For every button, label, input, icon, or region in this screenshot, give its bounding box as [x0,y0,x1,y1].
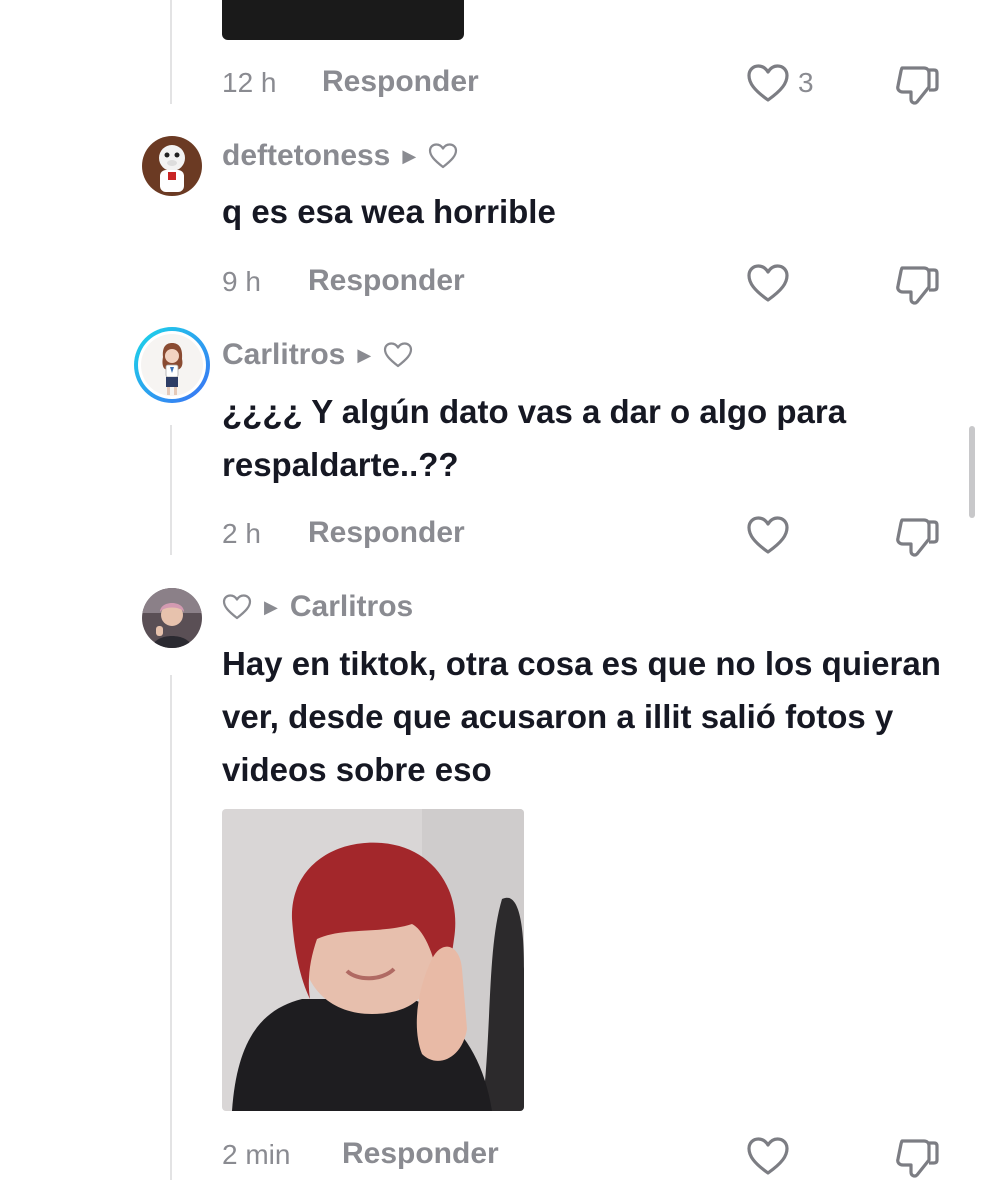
reply-header: ▶ Carlitros [222,590,413,624]
username-label[interactable]: deftetoness [222,139,390,173]
heart-outline-icon [384,342,413,368]
comment-timestamp: 12 h [222,67,277,98]
reply-to-username[interactable]: Carlitros [290,590,413,624]
play-triangle-icon: ▶ [402,145,417,166]
avatar-carlitros[interactable] [132,325,212,405]
heart-outline-icon [429,143,458,169]
play-triangle-icon: ▶ [264,596,278,617]
comment-timestamp: 2 min [222,1139,291,1170]
play-triangle-icon: ▶ [357,344,372,365]
comment-attached-image[interactable] [222,809,524,1111]
comment-timestamp: 9 h [222,266,261,297]
thumbs-down-icon[interactable] [894,62,940,106]
heart-outline-icon[interactable] [222,593,252,621]
heart-outline-icon[interactable] [746,1136,790,1176]
comment-text: q es esa wea horrible [222,193,556,230]
heart-outline-icon[interactable] [746,515,790,555]
heart-outline-icon[interactable] [746,63,790,103]
comment-username[interactable]: Carlitros ▶ [222,338,413,372]
reply-button[interactable]: Responder [322,65,479,99]
comment-text: ¿¿¿¿ Y algún dato vas a dar o algo para … [222,393,847,483]
comment-text: Hay en tiktok, otra cosa es que no los q… [222,645,941,788]
reply-button[interactable]: Responder [308,516,465,550]
thread-line-top [170,0,172,104]
thumbs-down-icon[interactable] [894,514,940,558]
avatar-reply-user[interactable] [142,588,202,648]
reply-button[interactable]: Responder [308,264,465,298]
comment-username[interactable]: deftetoness ▶ [222,139,458,173]
thread-line-bottom [170,675,172,1180]
thumbs-down-icon[interactable] [894,262,940,306]
username-label[interactable]: Carlitros [222,338,345,372]
avatar-deftetoness[interactable] [142,136,202,196]
scrollbar[interactable] [969,426,975,518]
heart-outline-icon[interactable] [746,263,790,303]
like-count: 3 [798,67,814,98]
thread-line-middle [170,425,172,555]
previous-comment-media[interactable] [222,0,464,40]
reply-button[interactable]: Responder [342,1137,499,1171]
thumbs-down-icon[interactable] [894,1135,940,1179]
comment-timestamp: 2 h [222,518,261,549]
